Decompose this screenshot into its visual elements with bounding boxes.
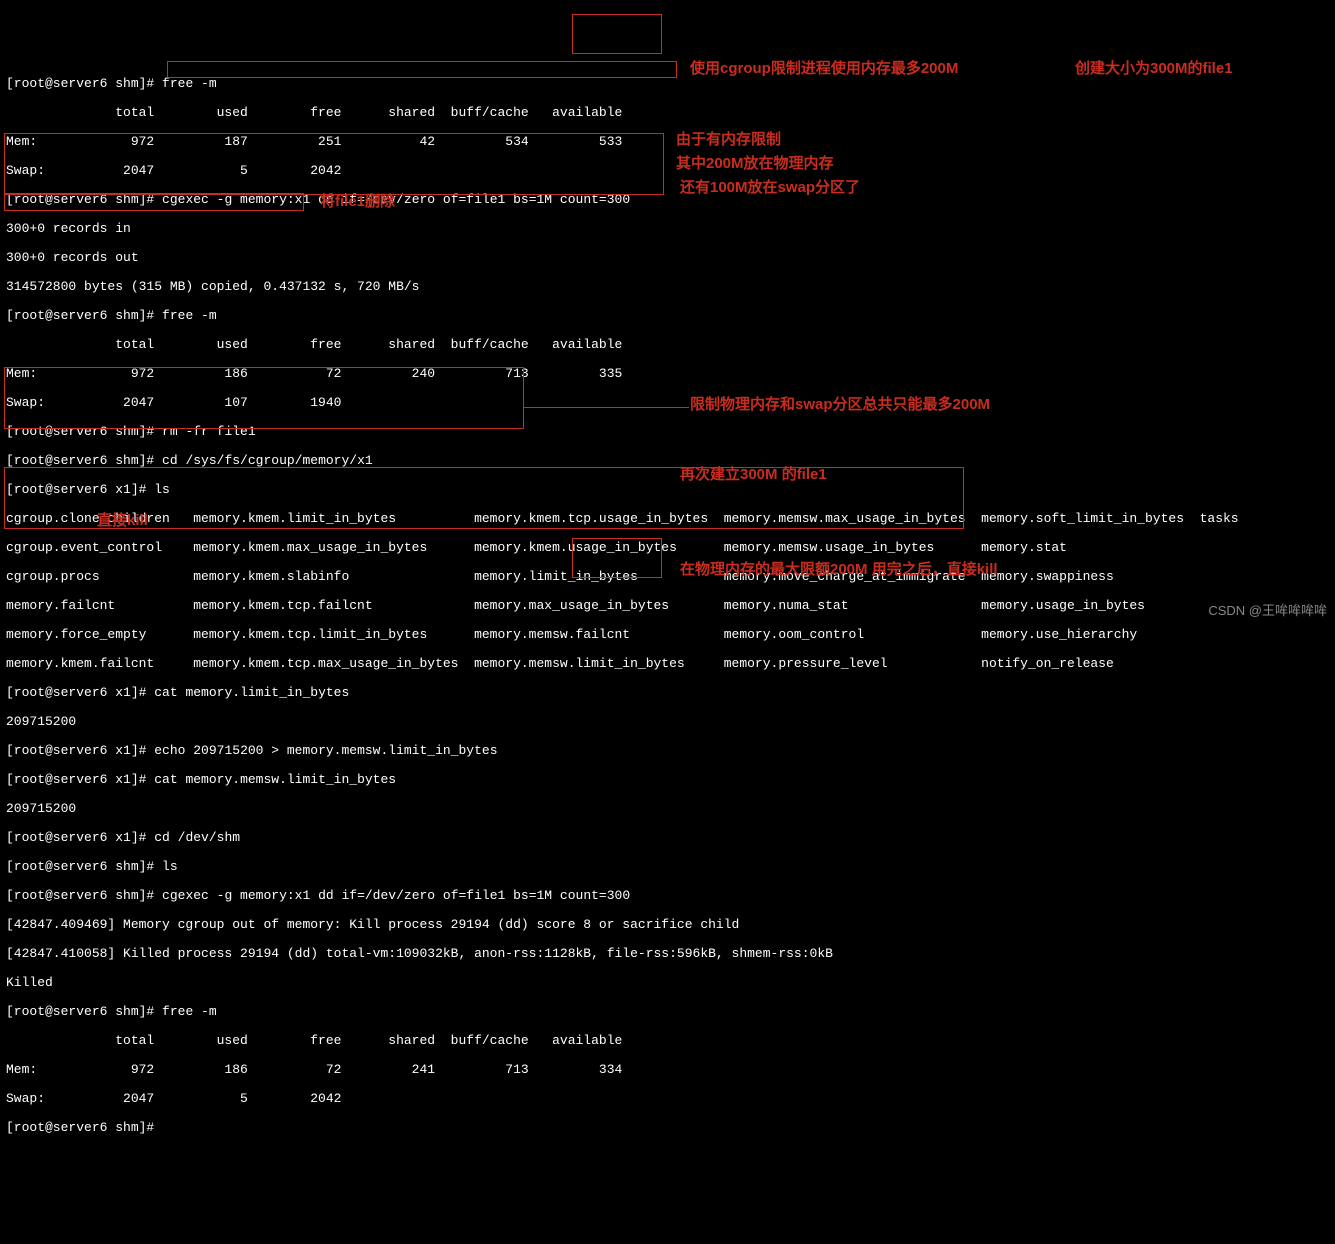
prompt-line: [root@server6 x1]# echo 209715200 > memo… bbox=[6, 744, 1329, 759]
kill-output: [42847.409469] Memory cgroup out of memo… bbox=[6, 918, 1329, 933]
output-value: 209715200 bbox=[6, 715, 1329, 730]
ls-output: memory.kmem.failcnt memory.kmem.tcp.max_… bbox=[6, 657, 1329, 672]
command-text: free -m bbox=[162, 1004, 217, 1019]
command-text: free -m bbox=[162, 76, 217, 91]
prompt: [root@server6 shm]# bbox=[6, 308, 154, 323]
free-mem-row: Mem: 972 186 72 241 713 334 bbox=[6, 1063, 1329, 1078]
prompt: [root@server6 x1]# bbox=[6, 685, 146, 700]
free-header: total used free shared buff/cache availa… bbox=[6, 1034, 1329, 1049]
prompt: [root@server6 shm]# bbox=[6, 1120, 154, 1135]
ls-output: memory.force_empty memory.kmem.tcp.limit… bbox=[6, 628, 1329, 643]
prompt: [root@server6 x1]# bbox=[6, 482, 146, 497]
free-swap-row: Swap: 2047 5 2042 bbox=[6, 1092, 1329, 1107]
free-swap-row: Swap: 2047 107 1940 bbox=[6, 396, 1329, 411]
prompt-line: [root@server6 x1]# cat memory.limit_in_b… bbox=[6, 686, 1329, 701]
ls-output: cgroup.clone_children memory.kmem.limit_… bbox=[6, 512, 1329, 527]
prompt-line: [root@server6 shm]# cgexec -g memory:x1 … bbox=[6, 889, 1329, 904]
prompt-line: [root@server6 shm]# free -m bbox=[6, 309, 1329, 324]
command-text: cgexec -g memory:x1 dd if=/dev/zero of=f… bbox=[162, 192, 630, 207]
prompt: [root@server6 shm]# bbox=[6, 1004, 154, 1019]
ls-output: cgroup.event_control memory.kmem.max_usa… bbox=[6, 541, 1329, 556]
command-text: echo 209715200 > memory.memsw.limit_in_b… bbox=[154, 743, 497, 758]
prompt-line: [root@server6 x1]# ls bbox=[6, 483, 1329, 498]
dd-output: 300+0 records out bbox=[6, 251, 1329, 266]
prompt: [root@server6 shm]# bbox=[6, 192, 154, 207]
command-text: rm -fr file1 bbox=[162, 424, 256, 439]
command-text: cgexec -g memory:x1 dd if=/dev/zero of=f… bbox=[162, 888, 630, 903]
kill-output: Killed bbox=[6, 976, 1329, 991]
ls-output: cgroup.procs memory.kmem.slabinfo memory… bbox=[6, 570, 1329, 585]
dd-output: 300+0 records in bbox=[6, 222, 1329, 237]
prompt: [root@server6 shm]# bbox=[6, 888, 154, 903]
dd-output: 314572800 bytes (315 MB) copied, 0.43713… bbox=[6, 280, 1329, 295]
prompt-line: [root@server6 x1]# cd /dev/shm bbox=[6, 831, 1329, 846]
prompt: [root@server6 shm]# bbox=[6, 859, 154, 874]
prompt: [root@server6 x1]# bbox=[6, 830, 146, 845]
command-text: cat memory.limit_in_bytes bbox=[154, 685, 349, 700]
prompt-line: [root@server6 shm]# bbox=[6, 1121, 1329, 1136]
free-header: total used free shared buff/cache availa… bbox=[6, 106, 1329, 121]
prompt-line: [root@server6 shm]# free -m bbox=[6, 77, 1329, 92]
output-value: 209715200 bbox=[6, 802, 1329, 817]
command-text: free -m bbox=[162, 308, 217, 323]
terminal-output: [root@server6 shm]# free -m total used f… bbox=[0, 58, 1335, 1154]
kill-output: [42847.410058] Killed process 29194 (dd)… bbox=[6, 947, 1329, 962]
prompt: [root@server6 shm]# bbox=[6, 453, 154, 468]
prompt: [root@server6 x1]# bbox=[6, 743, 146, 758]
command-text: cd /dev/shm bbox=[154, 830, 240, 845]
prompt: [root@server6 shm]# bbox=[6, 424, 154, 439]
command-text: ls bbox=[154, 482, 170, 497]
prompt-line: [root@server6 x1]# cat memory.memsw.limi… bbox=[6, 773, 1329, 788]
command-text: cd /sys/fs/cgroup/memory/x1 bbox=[162, 453, 373, 468]
prompt-line: [root@server6 shm]# free -m bbox=[6, 1005, 1329, 1020]
prompt: [root@server6 shm]# bbox=[6, 76, 154, 91]
command-text: cat memory.memsw.limit_in_bytes bbox=[154, 772, 396, 787]
free-swap-row: Swap: 2047 5 2042 bbox=[6, 164, 1329, 179]
free-mem-row: Mem: 972 186 72 240 713 335 bbox=[6, 367, 1329, 382]
free-mem-row: Mem: 972 187 251 42 534 533 bbox=[6, 135, 1329, 150]
prompt-line: [root@server6 shm]# cgexec -g memory:x1 … bbox=[6, 193, 1329, 208]
prompt-line: [root@server6 shm]# rm -fr file1 bbox=[6, 425, 1329, 440]
ls-output: memory.failcnt memory.kmem.tcp.failcnt m… bbox=[6, 599, 1329, 614]
watermark: CSDN @王哞哞哞哞 bbox=[1208, 604, 1327, 619]
prompt-line: [root@server6 shm]# ls bbox=[6, 860, 1329, 875]
prompt-line: [root@server6 shm]# cd /sys/fs/cgroup/me… bbox=[6, 454, 1329, 469]
command-text: ls bbox=[162, 859, 178, 874]
prompt: [root@server6 x1]# bbox=[6, 772, 146, 787]
highlight-box-available1 bbox=[572, 14, 662, 54]
free-header: total used free shared buff/cache availa… bbox=[6, 338, 1329, 353]
